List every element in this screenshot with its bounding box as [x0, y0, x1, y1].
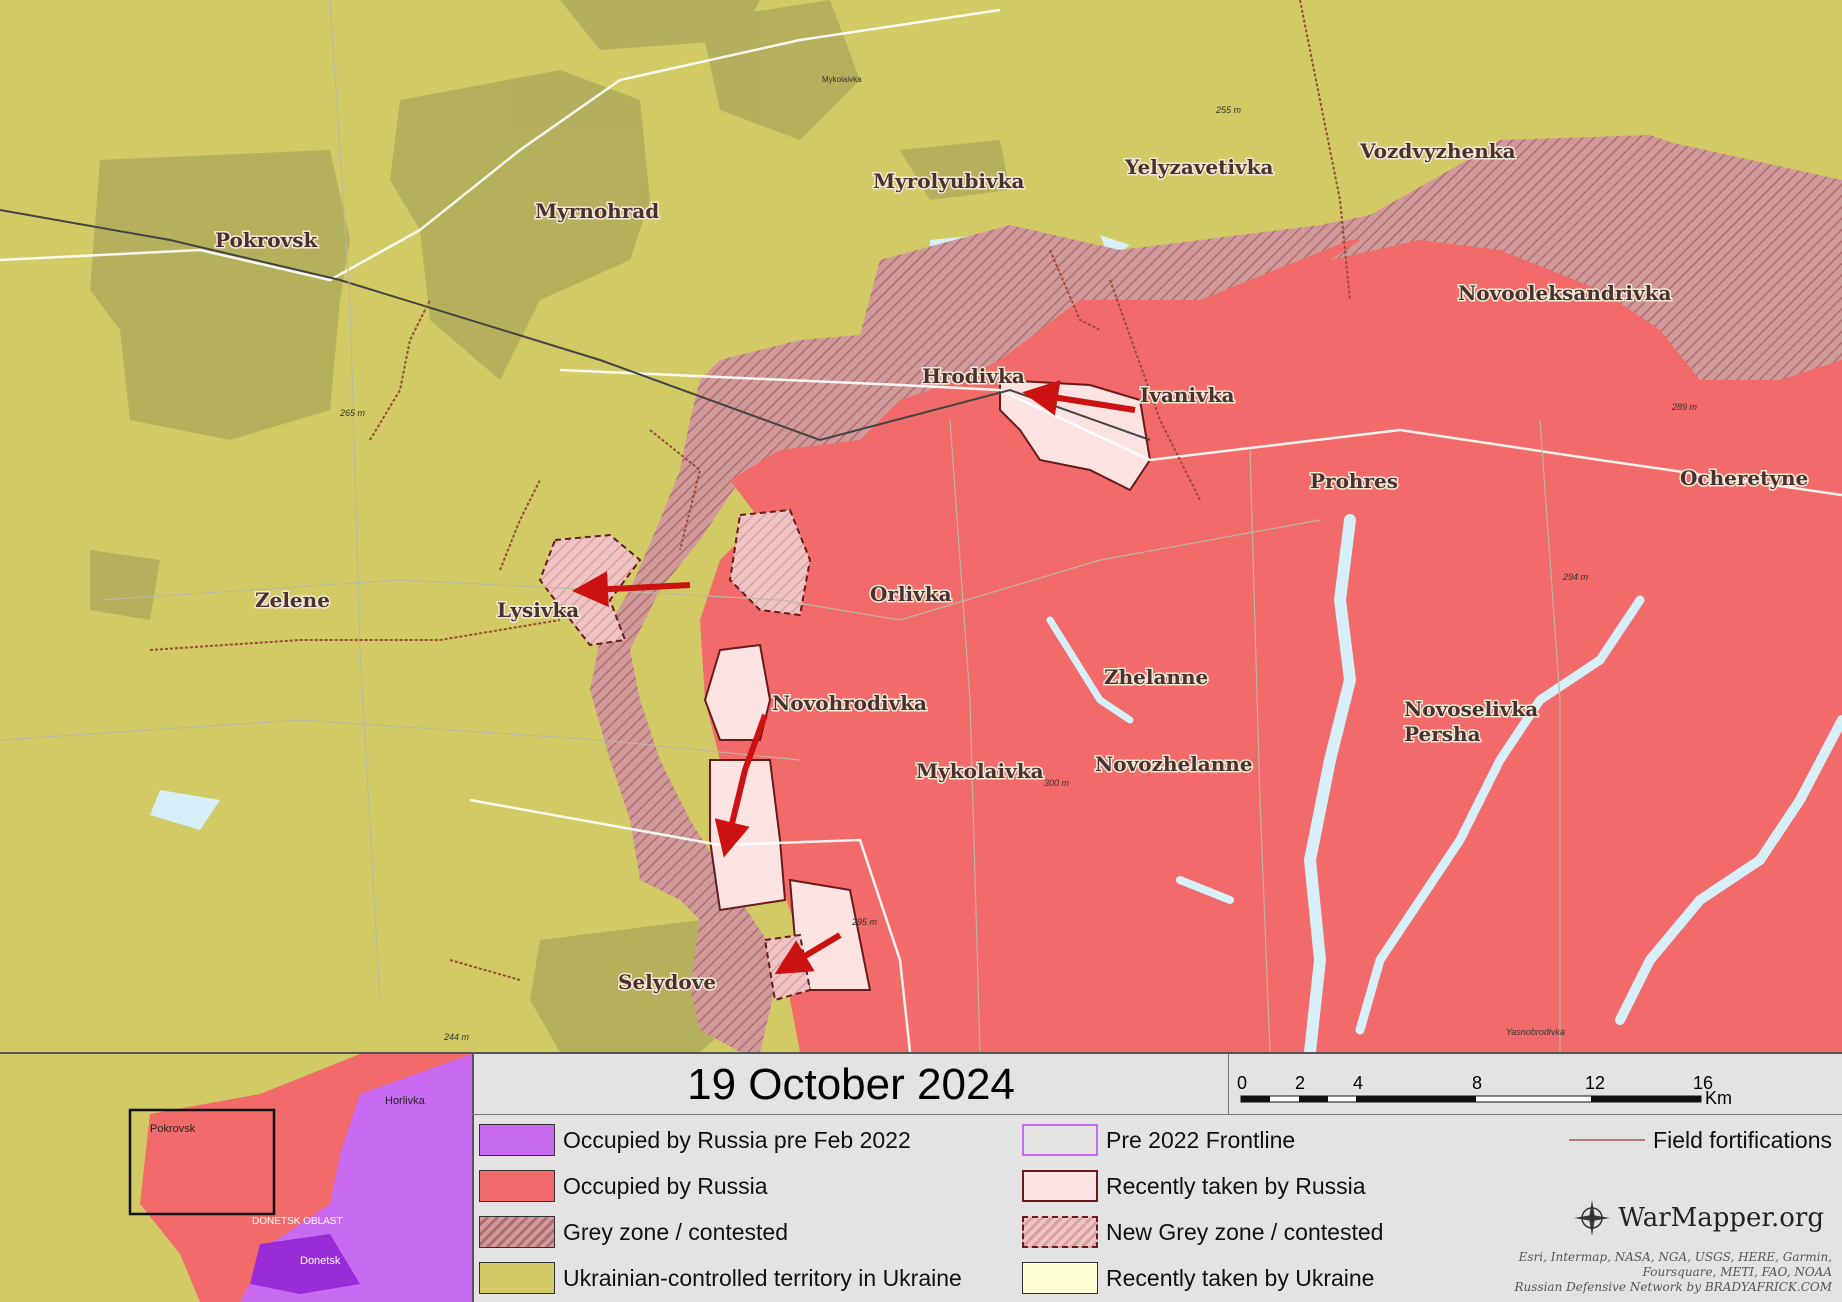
- label-hrodivka: Hrodivka: [922, 364, 1025, 388]
- map-date-title: 19 October 2024: [687, 1060, 1015, 1109]
- legend-label: Recently taken by Ukraine: [1106, 1264, 1375, 1291]
- elevation-294: 294 m: [1562, 572, 1589, 582]
- inset-label-pokrovsk: Pokrovsk: [150, 1123, 196, 1135]
- frontline-map: Pokrovsk Myrnohrad Myrolyubivka Yelyzave…: [0, 0, 1842, 1052]
- swatch-grey-hatch: [479, 1216, 555, 1248]
- swatch-pink-dashed: [1022, 1216, 1098, 1248]
- label-novoselivka: Novoselivka: [1404, 697, 1538, 721]
- label-ivanivka: Ivanivka: [1140, 383, 1235, 407]
- legend-panel: Pokrovsk Horlivka DONETSK OBLAST Donetsk…: [0, 1052, 1842, 1302]
- inset-label-horlivka: Horlivka: [385, 1095, 426, 1107]
- label-novohrodivka: Novohrodivka: [772, 691, 927, 715]
- swatch-purple-outline: [1022, 1124, 1098, 1156]
- label-zelene: Zelene: [255, 588, 330, 612]
- legend-label: Recently taken by Russia: [1106, 1172, 1366, 1199]
- scale-unit: Km: [1705, 1088, 1732, 1108]
- swatch-pink-outline: [1022, 1170, 1098, 1202]
- legend-item-recently-russia: Recently taken by Russia: [1022, 1168, 1366, 1204]
- label-prohres: Prohres: [1310, 469, 1398, 493]
- label-yasnobrodivka: Yasnobrodivka: [1506, 1027, 1565, 1037]
- label-persha: Persha: [1404, 722, 1481, 746]
- credit-line: Russian Defensive Network by BRADYAFRICK…: [1514, 1280, 1832, 1294]
- legend-label: Ukrainian-controlled territory in Ukrain…: [563, 1264, 962, 1291]
- label-lysivka: Lysivka: [497, 598, 579, 622]
- swatch-fortification-line: [1569, 1139, 1646, 1141]
- legend-item-russia-pre2022: Occupied by Russia pre Feb 2022: [479, 1122, 911, 1158]
- compass-icon: [1574, 1200, 1611, 1236]
- legend-label: New Grey zone / contested: [1106, 1218, 1384, 1245]
- label-selydove: Selydove: [618, 970, 716, 994]
- label-novooleksandrivka: Novooleksandrivka: [1458, 281, 1671, 305]
- inset-map: Pokrovsk Horlivka DONETSK OBLAST Donetsk: [0, 1054, 472, 1302]
- elevation-244: 244 m: [443, 1032, 470, 1042]
- brand-name: WarMapper.org: [1618, 1203, 1824, 1233]
- label-yelyzavetivka: Yelyzavetivka: [1124, 155, 1273, 179]
- inset-label-donetsk: Donetsk: [300, 1255, 341, 1267]
- legend-item-russia-occupied: Occupied by Russia: [479, 1168, 768, 1204]
- elevation-289: 289 m: [1671, 402, 1698, 412]
- label-pokrovsk: Pokrovsk: [215, 228, 318, 252]
- scale-tick-12: 12: [1585, 1073, 1605, 1093]
- scale-bar-graphic: 0 2 4 8 12 16 Km: [1237, 1073, 1732, 1108]
- label-ocheretyne: Ocheretyne: [1680, 466, 1808, 490]
- scale-tick-4: 4: [1353, 1073, 1363, 1093]
- scale-tick-0: 0: [1237, 1073, 1247, 1093]
- credit-line: Esri, Intermap, NASA, NGA, USGS, HERE, G…: [1518, 1250, 1832, 1264]
- elevation-265: 265 m: [339, 408, 366, 418]
- credit-line: Foursquare, METI, FAO, NOAA: [1642, 1265, 1832, 1279]
- legend-label: Occupied by Russia pre Feb 2022: [563, 1126, 911, 1153]
- map-credits: Esri, Intermap, NASA, NGA, USGS, HERE, G…: [1515, 1250, 1832, 1295]
- legend-item-new-grey-zone: New Grey zone / contested: [1022, 1214, 1383, 1250]
- legend-item-field-fortifications: Field fortifications: [1569, 1122, 1832, 1158]
- label-novozhelanne: Novozhelanne: [1095, 752, 1253, 776]
- inset-label-oblast: DONETSK OBLAST: [252, 1216, 343, 1227]
- legend-label: Field fortifications: [1653, 1126, 1832, 1153]
- overview-inset-map: Pokrovsk Horlivka DONETSK OBLAST Donetsk: [0, 1054, 474, 1302]
- label-vozdvyzhenka: Vozdvyzhenka: [1359, 139, 1516, 163]
- scale-tick-8: 8: [1472, 1073, 1482, 1093]
- label-myrnohrad: Myrnohrad: [535, 199, 659, 223]
- legend-item-pre2022-frontline: Pre 2022 Frontline: [1022, 1122, 1295, 1158]
- legend-label: Grey zone / contested: [563, 1218, 789, 1245]
- legend-divider: [472, 1114, 1842, 1115]
- scale-tick-2: 2: [1295, 1073, 1305, 1093]
- legend-item-grey-zone: Grey zone / contested: [479, 1214, 788, 1250]
- legend-label: Pre 2022 Frontline: [1106, 1126, 1296, 1153]
- elevation-300: 300 m: [1044, 778, 1070, 788]
- elevation-295: 295 m: [851, 917, 878, 927]
- swatch-red: [479, 1170, 555, 1202]
- brand-logo: WarMapper.org: [1574, 1200, 1824, 1236]
- swatch-cream: [1022, 1262, 1098, 1294]
- legend-item-ukraine: Ukrainian-controlled territory in Ukrain…: [479, 1260, 962, 1296]
- label-mykolaivka-small: Mykolaivka: [822, 75, 862, 84]
- label-myrolyubivka: Myrolyubivka: [873, 169, 1024, 193]
- elevation-255: 255 m: [1215, 105, 1242, 115]
- label-orlivka: Orlivka: [870, 582, 952, 606]
- legend-label: Occupied by Russia: [563, 1172, 768, 1199]
- swatch-purple: [479, 1124, 555, 1156]
- swatch-olive: [479, 1262, 555, 1294]
- legend-item-recently-ukraine: Recently taken by Ukraine: [1022, 1260, 1374, 1296]
- scale-bar: 0 2 4 8 12 16 Km: [1228, 1054, 1842, 1114]
- label-mykolaivka: Mykolaivka: [916, 759, 1044, 783]
- label-zhelanne: Zhelanne: [1104, 665, 1208, 689]
